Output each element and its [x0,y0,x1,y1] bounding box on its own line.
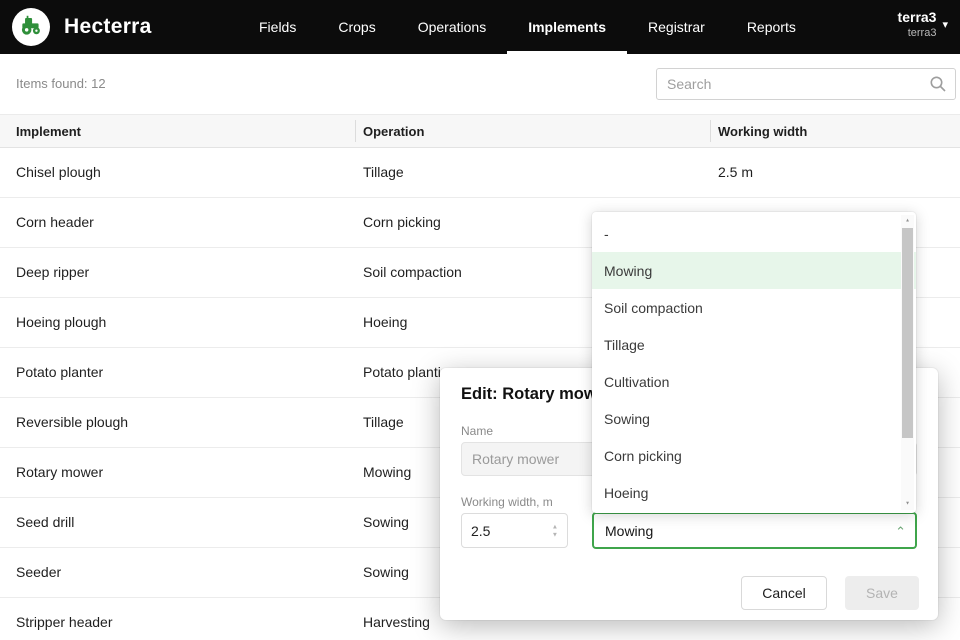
nav-implements[interactable]: Implements [507,0,627,54]
cancel-button[interactable]: Cancel [741,576,827,610]
cell-implement: Hoeing plough [16,298,106,348]
option-hoeing[interactable]: Hoeing [592,474,916,511]
cell-implement: Chisel plough [16,148,101,198]
main-nav: Fields Crops Operations Implements Regis… [238,0,817,54]
scroll-down-icon[interactable]: ▼ [903,500,912,508]
operation-options: - Mowing Soil compaction Tillage Cultiva… [592,215,916,511]
cell-implement: Seed drill [16,498,74,548]
nav-registrar[interactable]: Registrar [627,0,726,54]
option-tillage[interactable]: Tillage [592,326,916,363]
toolbar: Items found: 12 [0,54,960,114]
cell-implement: Seeder [16,548,61,598]
cell-operation: Sowing [363,548,409,598]
nav-operations[interactable]: Operations [397,0,507,54]
operation-select-value: Mowing [605,523,653,539]
cell-implement: Reversible plough [16,398,128,448]
cell-implement: Potato planter [16,348,103,398]
nav-fields[interactable]: Fields [238,0,317,54]
name-label: Name [461,424,493,438]
items-found-count: Items found: 12 [16,76,106,91]
operation-dropdown: - Mowing Soil compaction Tillage Cultiva… [592,212,916,513]
cell-width: 2.5 m [718,148,753,198]
cell-operation: Corn picking [363,198,441,248]
save-button[interactable]: Save [845,576,919,610]
working-width-stepper: ▲ ▼ [461,513,568,548]
top-header: Hecterra Fields Crops Operations Impleme… [0,0,960,54]
cell-implement: Stripper header [16,598,113,640]
scrollbar-thumb[interactable] [902,228,913,438]
table-row[interactable]: Chisel plough Tillage 2.5 m [0,148,960,198]
search-input[interactable] [657,69,925,99]
user-subtitle: terra3 [898,26,937,40]
app-name: Hecterra [64,15,152,39]
stepper-down-icon[interactable]: ▼ [552,531,558,537]
cell-operation: Mowing [363,448,411,498]
hecterra-app: Hecterra Fields Crops Operations Impleme… [0,0,960,640]
cell-operation: Harvesting [363,598,430,640]
operation-select[interactable]: Mowing ⌃ [592,512,917,549]
option-soil-compaction[interactable]: Soil compaction [592,289,916,326]
search-icon[interactable] [929,75,947,93]
cell-implement: Corn header [16,198,94,248]
column-header-implement: Implement [16,115,81,149]
column-header-operation: Operation [363,115,424,149]
tractor-icon [18,12,44,43]
column-header-working-width: Working width [718,115,807,149]
option-mowing[interactable]: Mowing [592,252,916,289]
user-name: terra3 [898,8,937,26]
modal-buttons: Cancel Save [741,576,919,610]
cell-implement: Rotary mower [16,448,103,498]
dropdown-scrollbar[interactable]: ▲ ▼ [901,215,914,510]
scroll-up-icon[interactable]: ▲ [903,217,912,225]
cell-operation: Soil compaction [363,248,462,298]
chevron-up-icon: ⌃ [895,524,906,540]
modal-title: Edit: Rotary mower [461,385,612,404]
table-header: Implement Operation Working width [0,114,960,148]
app-logo[interactable] [12,8,50,46]
cell-implement: Deep ripper [16,248,89,298]
column-divider [710,120,711,142]
chevron-down-icon: ▾ [942,18,948,31]
working-width-label: Working width, m [461,495,553,509]
cell-operation: Tillage [363,148,404,198]
cell-operation: Sowing [363,498,409,548]
option-corn-picking[interactable]: Corn picking [592,437,916,474]
cell-operation: Tillage [363,398,404,448]
search-box [656,68,956,100]
option-cultivation[interactable]: Cultivation [592,363,916,400]
option-none[interactable]: - [592,215,916,252]
nav-crops[interactable]: Crops [317,0,396,54]
user-menu[interactable]: terra3 terra3 ▾ [898,8,948,40]
stepper-up-icon[interactable]: ▲ [552,523,558,529]
option-sowing[interactable]: Sowing [592,400,916,437]
nav-reports[interactable]: Reports [726,0,817,54]
cell-operation: Hoeing [363,298,407,348]
column-divider [355,120,356,142]
